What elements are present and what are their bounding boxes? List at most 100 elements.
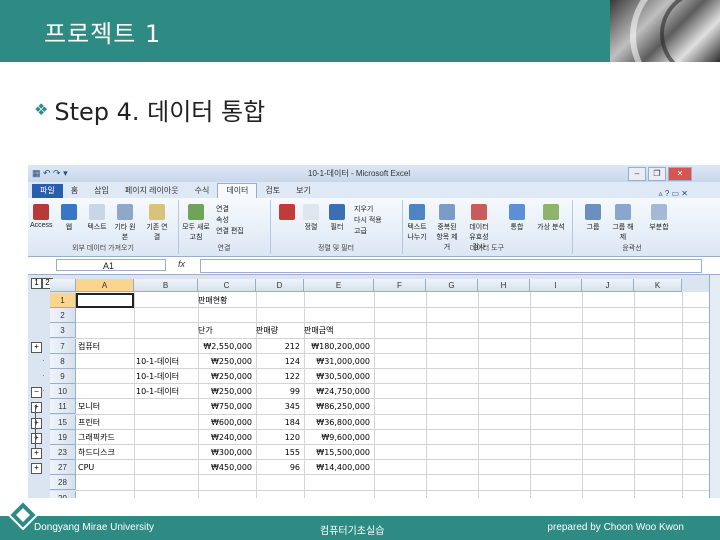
expand-group-icon[interactable]: + (31, 341, 42, 353)
access-button[interactable]: Access (30, 204, 53, 229)
cell-e-row[interactable] (304, 308, 370, 323)
cell-c-row[interactable]: ₩2,550,000 (198, 339, 252, 354)
expand-group-icon[interactable]: + (31, 402, 42, 414)
cell-d-row[interactable] (256, 308, 300, 323)
name-box[interactable]: A1 (56, 259, 166, 271)
cell-c-row[interactable]: ₩250,000 (198, 384, 252, 399)
select-all-corner[interactable] (50, 279, 76, 292)
column-header-j[interactable]: J (582, 279, 634, 292)
tab-review[interactable]: 검토 (257, 184, 288, 198)
cell-a-row[interactable] (78, 308, 130, 323)
tab-formulas[interactable]: 수식 (187, 184, 218, 198)
row-header[interactable]: 28 (50, 475, 76, 491)
cell-d-row[interactable]: 184 (256, 415, 300, 430)
group-button[interactable]: 그룹 (582, 204, 604, 232)
cell-e-row[interactable]: ₩36,800,000 (304, 415, 370, 430)
row-header[interactable]: 27 (50, 460, 76, 476)
subtotal-button[interactable]: 부분합 (644, 204, 674, 232)
cell-b-row[interactable] (136, 399, 194, 414)
cell-b-row[interactable]: 10-1-데이터 (136, 369, 194, 384)
collapse-group-icon[interactable]: − (31, 387, 42, 399)
tab-file[interactable]: 파일 (32, 184, 63, 198)
cell-c-row[interactable]: 단가 (198, 323, 252, 338)
row-header[interactable]: 9 (50, 369, 76, 384)
web-button[interactable]: 웹 (58, 204, 80, 232)
cell-e-row[interactable] (304, 491, 370, 498)
other-sources-button[interactable]: 기타 원본 (114, 204, 136, 242)
cell-b-row[interactable] (136, 475, 194, 490)
cell-b-row[interactable] (136, 491, 194, 498)
text-to-columns-button[interactable]: 텍스트 나누기 (406, 204, 428, 242)
cell-d-row[interactable]: 99 (256, 384, 300, 399)
column-header-d[interactable]: D (256, 279, 304, 292)
ungroup-button[interactable]: 그룹 해제 (612, 204, 634, 242)
column-header-a[interactable]: A (76, 279, 134, 292)
cell-d-row[interactable] (256, 475, 300, 490)
tab-home[interactable]: 홈 (63, 184, 86, 198)
quick-access-toolbar[interactable]: ▦ ↶ ↷ ▾ (32, 168, 68, 179)
cell-b-row[interactable] (136, 323, 194, 338)
row-header[interactable]: 29 (50, 490, 76, 498)
consolidate-button[interactable]: 통합 (506, 204, 528, 232)
cell-d-row[interactable]: 345 (256, 399, 300, 414)
row-header[interactable]: 1 (50, 293, 76, 308)
cell-e-row[interactable]: ₩31,000,000 (304, 354, 370, 369)
tab-page-layout[interactable]: 페이지 레이아웃 (117, 184, 187, 198)
existing-connections-button[interactable]: 기존 연결 (146, 204, 168, 242)
row-header[interactable]: 3 (50, 323, 76, 339)
edit-links-link[interactable]: 연결 편집 (216, 226, 244, 236)
column-header-c[interactable]: C (198, 279, 256, 292)
connections-link[interactable]: 연결 (216, 204, 229, 214)
cell-c-row[interactable]: ₩250,000 (198, 354, 252, 369)
cell-d-row[interactable]: 124 (256, 354, 300, 369)
cell-a-row[interactable] (78, 369, 130, 384)
properties-link[interactable]: 속성 (216, 215, 229, 225)
cell-d-row[interactable]: 96 (256, 460, 300, 475)
expand-group-icon[interactable]: + (31, 463, 42, 475)
cell-e-row[interactable]: 판매금액 (304, 323, 370, 338)
cell-b-row[interactable] (136, 415, 194, 430)
column-header-k[interactable]: K (634, 279, 682, 292)
cell-b-row[interactable] (136, 430, 194, 445)
column-header-b[interactable]: B (134, 279, 198, 292)
reapply-link[interactable]: 다시 적용 (354, 215, 382, 225)
row-header[interactable]: 23 (50, 445, 76, 460)
restore-icon[interactable]: ❐ (648, 167, 666, 181)
help-icon[interactable]: ▵ ? ▭ ✕ (659, 189, 688, 198)
what-if-button[interactable]: 가상 분석 (536, 204, 566, 232)
cell-a-row[interactable]: 프린터 (78, 415, 130, 430)
cell-c-row[interactable]: ₩240,000 (198, 430, 252, 445)
cell-d-row[interactable]: 120 (256, 430, 300, 445)
minimize-icon[interactable]: – (628, 167, 646, 181)
column-header-h[interactable]: H (478, 279, 530, 292)
cell-d-row[interactable]: 155 (256, 445, 300, 460)
row-header[interactable]: 2 (50, 308, 76, 324)
sort-button[interactable]: 정렬 (300, 204, 322, 232)
cell-d-row[interactable] (256, 491, 300, 498)
cell-b-row[interactable] (136, 460, 194, 475)
cell-c-row[interactable]: ₩600,000 (198, 415, 252, 430)
cell-c-row[interactable]: ₩750,000 (198, 399, 252, 414)
column-header-e[interactable]: E (304, 279, 374, 292)
refresh-all-button[interactable]: 모두 새로 고침 (182, 204, 210, 242)
tab-view[interactable]: 보기 (288, 184, 319, 198)
outline-level-1-button[interactable]: 1 (31, 278, 42, 289)
cell-a-row[interactable]: 하드디스크 (78, 445, 130, 460)
tab-data[interactable]: 데이터 (217, 183, 258, 198)
text-import-button[interactable]: 텍스트 (86, 204, 108, 232)
expand-group-icon[interactable]: + (31, 432, 42, 444)
expand-group-icon[interactable]: + (31, 417, 42, 429)
cell-d-row[interactable]: 판매량 (256, 323, 300, 338)
fx-icon[interactable]: fx (178, 259, 185, 269)
cell-a-row[interactable]: 컴퓨터 (78, 339, 130, 354)
cell-e-row[interactable]: ₩15,500,000 (304, 445, 370, 460)
cell-c-row[interactable] (198, 475, 252, 490)
cell-e-row[interactable]: ₩30,500,000 (304, 369, 370, 384)
row-header[interactable]: 15 (50, 414, 76, 430)
clear-filter-link[interactable]: 지우기 (354, 204, 373, 214)
cell-b-row[interactable]: 10-1-데이터 (136, 354, 194, 369)
expand-group-icon[interactable]: + (31, 448, 42, 459)
row-header[interactable]: 19 (50, 429, 76, 445)
cell-b-row[interactable]: 10-1-데이터 (136, 384, 194, 399)
cell-d-row[interactable] (256, 293, 300, 308)
